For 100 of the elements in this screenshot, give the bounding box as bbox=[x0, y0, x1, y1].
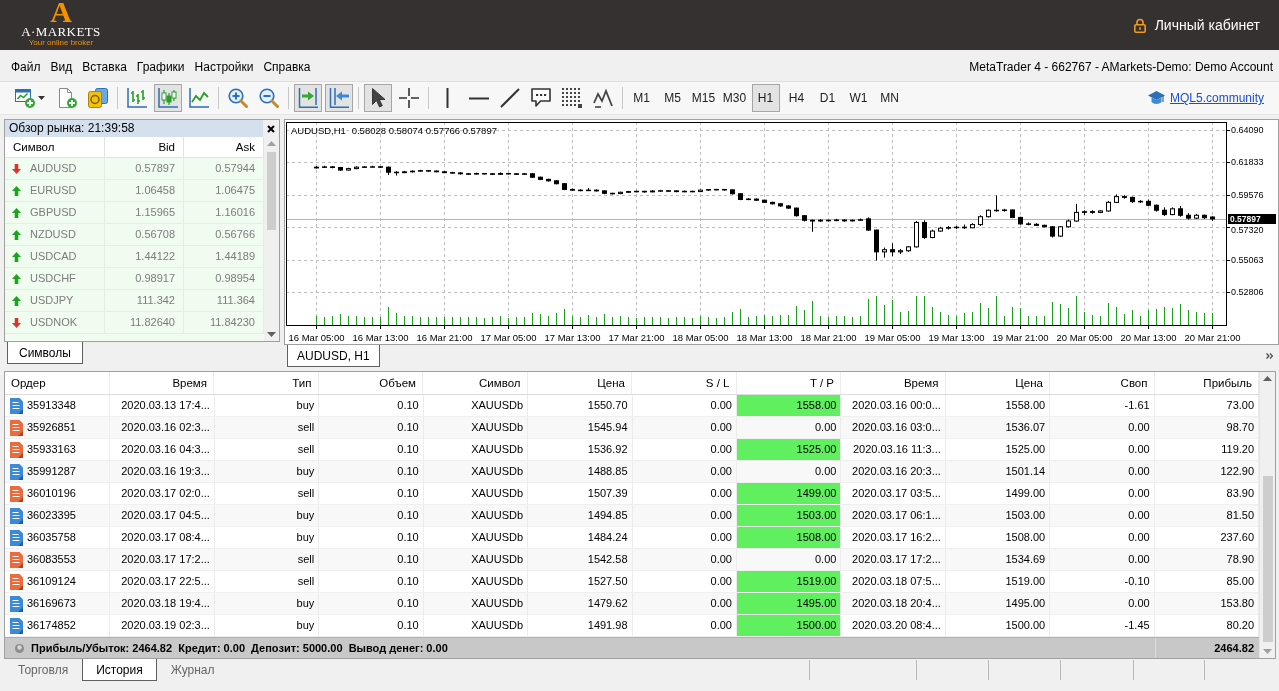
panel-tab[interactable]: Символы bbox=[7, 342, 83, 364]
candle bbox=[1154, 204, 1159, 213]
candle bbox=[378, 165, 383, 169]
scrollbar[interactable] bbox=[264, 137, 279, 341]
timeframe-button[interactable]: M5 bbox=[658, 84, 687, 112]
candle bbox=[1082, 209, 1087, 216]
candle bbox=[834, 218, 839, 222]
candle bbox=[370, 165, 375, 168]
column-header[interactable]: S / L bbox=[632, 372, 737, 394]
timeframe-button[interactable]: M30 bbox=[720, 84, 749, 112]
document-plus-icon bbox=[56, 88, 77, 108]
close-button[interactable] bbox=[263, 120, 279, 137]
column-header[interactable]: Время bbox=[109, 372, 214, 394]
table-cell: 111.342 bbox=[105, 290, 184, 311]
table-cell: 1500.00 bbox=[736, 615, 842, 636]
timeframe-button[interactable]: M1 bbox=[627, 84, 656, 112]
candle bbox=[986, 209, 991, 218]
column-header[interactable]: Цена bbox=[945, 372, 1050, 394]
table-cell: 1.06458 bbox=[105, 180, 184, 201]
table-cell: 1501.14 bbox=[945, 461, 1051, 482]
account-link[interactable]: Личный кабинет bbox=[1133, 17, 1260, 33]
table-cell: 2020.03.16 19:3... bbox=[110, 461, 215, 482]
table-cell: 0.10 bbox=[319, 483, 424, 504]
chart-tab[interactable]: AUDUSD, H1 bbox=[287, 345, 380, 367]
candle bbox=[746, 197, 751, 201]
timeframe-button[interactable]: W1 bbox=[844, 84, 873, 112]
timeframe-button[interactable]: H4 bbox=[782, 84, 811, 112]
candle bbox=[450, 171, 455, 174]
close-icon bbox=[267, 124, 275, 133]
timeframe-button[interactable]: MN bbox=[875, 84, 904, 112]
time-axis-label: 17 Mar 05:00 bbox=[480, 332, 537, 343]
table-cell: 1491.98 bbox=[528, 615, 633, 636]
timeframe-button[interactable]: M15 bbox=[689, 84, 718, 112]
toolbar-button[interactable] bbox=[363, 84, 392, 112]
table-cell: 2020.03.16 03:0... bbox=[841, 417, 946, 438]
candle bbox=[1178, 205, 1183, 218]
candle bbox=[698, 188, 703, 193]
panel-tab[interactable]: Торговля bbox=[4, 659, 83, 681]
candle bbox=[642, 190, 647, 194]
table-cell: 0.00 bbox=[1050, 505, 1155, 526]
more-tabs-button[interactable] bbox=[1266, 353, 1273, 359]
candle bbox=[882, 247, 887, 259]
time-axis-label: 20 Mar 21:00 bbox=[1184, 332, 1241, 343]
candle bbox=[338, 166, 343, 172]
menu-item[interactable]: Настройки bbox=[189, 59, 259, 74]
scrollbar-thumb[interactable] bbox=[1262, 476, 1273, 642]
time-axis-label: 18 Mar 05:00 bbox=[672, 332, 729, 343]
symbol-name: EURUSD bbox=[30, 183, 77, 198]
timeframe-button[interactable]: H1 bbox=[751, 84, 780, 112]
column-header[interactable]: Время bbox=[841, 372, 946, 394]
column-header[interactable]: Символ bbox=[5, 137, 105, 157]
column-header[interactable]: T / P bbox=[736, 372, 841, 394]
candle bbox=[546, 178, 551, 183]
candle bbox=[402, 170, 407, 174]
table-cell: buy bbox=[214, 461, 320, 482]
candle bbox=[954, 225, 959, 230]
document-icon bbox=[10, 617, 23, 634]
column-header[interactable]: Цена bbox=[527, 372, 632, 394]
price-axis-label: 0.64090 bbox=[1231, 125, 1264, 135]
scrollbar-thumb[interactable] bbox=[267, 152, 276, 230]
candle bbox=[626, 190, 631, 194]
table-cell: XAUUSDb bbox=[423, 417, 529, 438]
menu-item[interactable]: Справка bbox=[258, 59, 316, 74]
column-header[interactable]: Bid bbox=[105, 137, 184, 157]
column-header[interactable]: Ордер bbox=[5, 372, 110, 394]
time-axis-label: 20 Mar 05:00 bbox=[1056, 332, 1113, 343]
column-header[interactable]: Объем bbox=[318, 372, 423, 394]
menu-item[interactable]: Файл bbox=[6, 59, 46, 74]
table-cell: 2020.03.17 17:2... bbox=[110, 549, 215, 570]
table-cell: 1536.07 bbox=[945, 417, 1051, 438]
double-chevron-icon bbox=[1266, 353, 1273, 359]
candle bbox=[578, 188, 583, 192]
menu-item[interactable]: Графики bbox=[131, 59, 190, 74]
table-cell: 2020.03.19 02:3... bbox=[110, 615, 215, 636]
timeframe-button[interactable]: D1 bbox=[813, 84, 842, 112]
menu-item[interactable]: Вид bbox=[45, 59, 78, 74]
table-cell: 0.98917 bbox=[105, 268, 184, 289]
candle bbox=[1050, 225, 1055, 239]
column-header[interactable]: Своп bbox=[1050, 372, 1155, 394]
community-link[interactable]: MQL5.community bbox=[1147, 91, 1264, 105]
table-cell: 2020.03.17 22:5... bbox=[110, 571, 215, 592]
caret-icon bbox=[37, 96, 45, 100]
table-cell: 2020.03.18 07:5... bbox=[841, 571, 946, 592]
candle bbox=[1058, 225, 1063, 238]
candle bbox=[394, 170, 399, 176]
column-header[interactable]: Тип bbox=[214, 372, 319, 394]
table-cell: sell bbox=[214, 549, 320, 570]
table-cell: -0.10 bbox=[1050, 571, 1155, 592]
candle bbox=[458, 171, 463, 175]
table-cell: 1508.00 bbox=[736, 527, 842, 548]
table-cell: 1519.00 bbox=[736, 571, 842, 592]
panel-tab[interactable]: История bbox=[82, 659, 157, 681]
order-number: 35913348 bbox=[27, 398, 76, 413]
panel-tab[interactable]: Журнал bbox=[156, 659, 229, 681]
candle bbox=[906, 245, 911, 253]
column-header[interactable]: Символ bbox=[423, 372, 528, 394]
table-cell: 1536.92 bbox=[528, 439, 633, 460]
scrollbar[interactable] bbox=[1259, 372, 1275, 658]
menu-item[interactable]: Вставка bbox=[77, 59, 132, 74]
candle bbox=[410, 169, 415, 174]
